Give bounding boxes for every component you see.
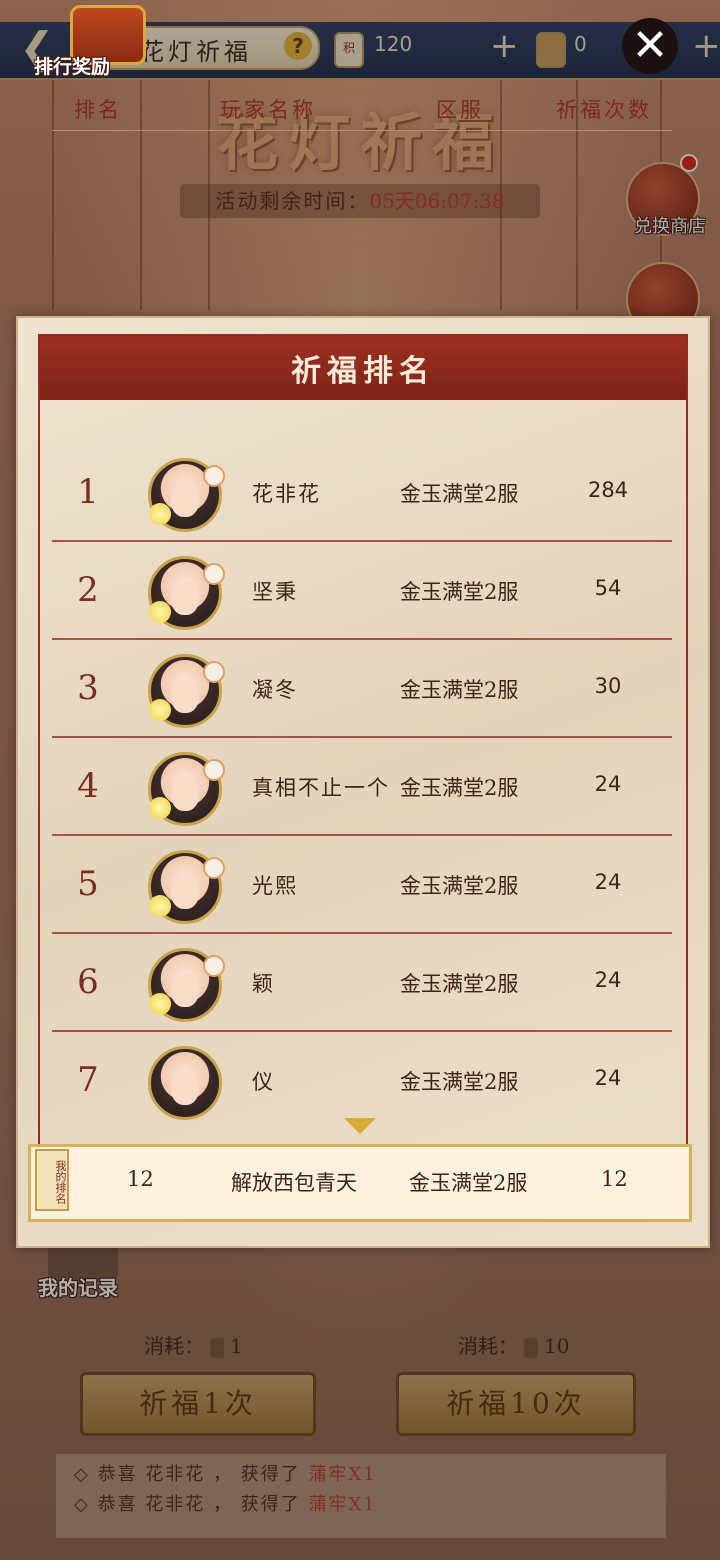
row-rank: 2: [77, 570, 99, 610]
ranking-row: 3 凝冬 金玉满堂2服 30: [52, 640, 672, 738]
ranking-row: 6 颖 金玉满堂2服 24: [52, 934, 672, 1032]
avatar[interactable]: [148, 752, 225, 826]
row-server: 金玉满堂2服: [400, 1070, 519, 1094]
avatar[interactable]: [148, 1046, 222, 1120]
ranking-row: 2 坚秉 金玉满堂2服 54: [52, 542, 672, 640]
row-count: 24: [594, 870, 622, 894]
row-server: 金玉满堂2服: [400, 972, 519, 996]
avatar[interactable]: [148, 654, 225, 728]
ranking-title: 祈福排名: [291, 354, 435, 389]
row-count: 24: [594, 968, 622, 992]
row-server: 金玉满堂2服: [400, 874, 519, 898]
row-server: 金玉满堂2服: [400, 482, 519, 506]
avatar[interactable]: [148, 948, 225, 1022]
ranking-row: 5 光熙 金玉满堂2服 24: [52, 836, 672, 934]
ranking-row: 7 仪 金玉满堂2服 24: [52, 1032, 672, 1128]
ranking-column-headers: 排名 玩家名称 区服 祈福次数: [42, 84, 682, 124]
ranking-row: 4 真相不止一个 金玉满堂2服 24: [52, 738, 672, 836]
avatar[interactable]: [148, 556, 225, 630]
row-server: 金玉满堂2服: [400, 580, 519, 604]
header-divider: [52, 130, 672, 131]
row-player-name: 花非花: [252, 482, 321, 506]
row-count: 284: [587, 478, 629, 502]
row-count: 30: [594, 674, 622, 698]
row-count: 24: [594, 772, 622, 796]
row-rank: 4: [77, 766, 99, 806]
row-player-name: 仪: [252, 1070, 275, 1094]
my-rank: 12: [127, 1167, 154, 1191]
row-server: 金玉满堂2服: [400, 678, 519, 702]
row-rank: 3: [77, 668, 99, 708]
row-server: 金玉满堂2服: [400, 776, 519, 800]
row-rank: 5: [77, 864, 99, 904]
ranking-reward-label[interactable]: 排行奖励: [34, 52, 110, 79]
my-ranking-row: 我的排名 12 解放西包青天 金玉满堂2服 12: [28, 1144, 692, 1222]
ranking-header: 祈福排名: [40, 336, 686, 400]
row-player-name: 凝冬: [252, 678, 298, 702]
scroll-down-icon[interactable]: [344, 1118, 376, 1134]
my-count: 12: [601, 1167, 628, 1191]
row-rank: 1: [77, 472, 99, 512]
row-player-name: 坚秉: [252, 580, 298, 604]
col-rank: 排名: [74, 98, 122, 122]
avatar[interactable]: [148, 850, 225, 924]
col-player-name: 玩家名称: [220, 98, 316, 122]
close-icon[interactable]: ✕: [622, 18, 678, 74]
row-player-name: 颖: [252, 972, 275, 996]
my-server: 金玉满堂2服: [409, 1171, 528, 1195]
row-player-name: 真相不止一个: [252, 776, 390, 800]
ranking-row: 1 花非花 金玉满堂2服 284: [52, 444, 672, 542]
avatar[interactable]: [148, 458, 225, 532]
row-count: 54: [594, 576, 622, 600]
row-rank: 6: [77, 962, 99, 1002]
row-count: 24: [594, 1066, 622, 1090]
col-pray-count: 祈福次数: [556, 98, 652, 122]
my-player-name: 解放西包青天: [231, 1171, 357, 1195]
row-player-name: 光熙: [252, 874, 298, 898]
row-rank: 7: [77, 1060, 99, 1100]
my-rank-tag: 我的排名: [35, 1149, 69, 1211]
col-server: 区服: [436, 98, 484, 122]
